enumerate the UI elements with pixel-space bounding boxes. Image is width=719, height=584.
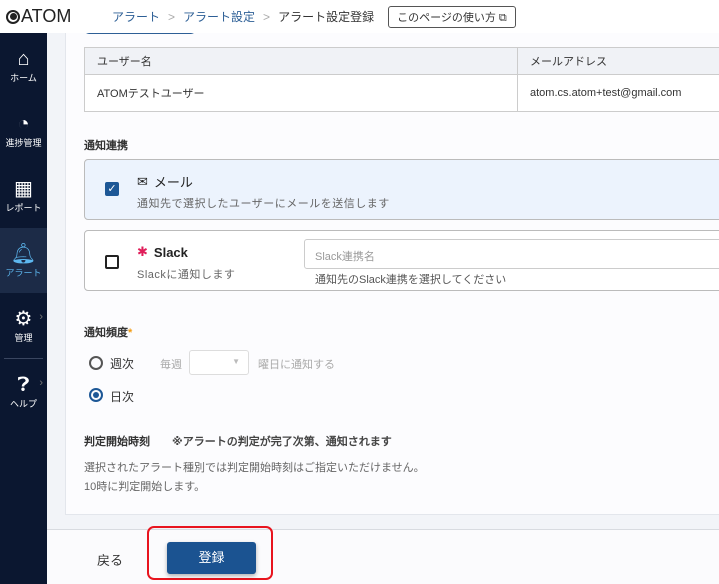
logo-text: ATOM bbox=[21, 6, 72, 26]
user-name-cell: ATOMテストユーザー bbox=[84, 74, 518, 112]
daily-label: 日次 bbox=[110, 390, 135, 404]
start-time-note: ※アラートの判定が完了次第、通知されます bbox=[172, 436, 392, 448]
column-header: ユーザー名 bbox=[84, 47, 518, 75]
home-icon: ⌂ bbox=[17, 48, 30, 70]
sidebar-item-home[interactable]: ⌂ ホーム bbox=[0, 33, 47, 98]
weekday-suffix: 曜日に通知する bbox=[258, 359, 335, 371]
table-row: ATOMテストユーザー atom.cs.atom+test@gmail.com bbox=[84, 74, 719, 112]
frequency-label: 通知頻度 bbox=[84, 327, 128, 339]
caret-down-icon: ▼ bbox=[232, 357, 240, 366]
sidebar-label: ヘルプ bbox=[9, 399, 37, 409]
slack-hint: 通知先のSlack連携を選択してください bbox=[315, 274, 507, 286]
chevron-right-icon: › bbox=[39, 311, 43, 323]
progress-icon: ◔ bbox=[17, 113, 30, 135]
column-header: メールアドレス bbox=[517, 47, 719, 75]
notify-section-title: 通知連携 bbox=[84, 140, 128, 152]
submit-button[interactable]: 登録 bbox=[167, 542, 256, 574]
sidebar-label: アラート bbox=[5, 268, 42, 278]
weekday-select[interactable]: ▼ bbox=[189, 350, 249, 375]
sidebar-item-alert[interactable]: 🔔︎ アラート bbox=[0, 228, 47, 293]
required-mark: * bbox=[128, 327, 133, 339]
sidebar-item-help[interactable]: ❓︎ ヘルプ › bbox=[0, 359, 47, 424]
sidebar-label: レポート bbox=[5, 203, 42, 213]
mail-description: 通知先で選択したユーザーにメールを送信します bbox=[137, 198, 390, 210]
sidebar-label: 進捗管理 bbox=[5, 138, 42, 148]
slack-option[interactable]: ✱ Slack Slackに通知します Slack連携名 通知先のSlack連携を… bbox=[84, 230, 719, 291]
mail-option[interactable]: ✓ ✉ メール 通知先で選択したユーザーにメールを送信します bbox=[84, 159, 719, 220]
external-link-icon: ⧉ bbox=[498, 11, 507, 24]
sidebar-item-report[interactable]: ▦ レポート bbox=[0, 163, 47, 228]
slack-icon: ✱ bbox=[137, 244, 148, 259]
sidebar-item-progress[interactable]: ◔ 進捗管理 bbox=[0, 98, 47, 163]
start-time-desc: 選択されたアラート種別では判定開始時刻はご指定いただけません。 bbox=[84, 462, 425, 474]
sidebar-label: ホーム bbox=[10, 73, 37, 83]
chevron-right-icon: › bbox=[39, 377, 43, 389]
footer-bar: 戻る 登録 bbox=[47, 526, 719, 584]
help-link-button[interactable]: このページの使い方 ⧉ bbox=[388, 5, 516, 28]
atom-logo[interactable]: ATOM bbox=[6, 6, 106, 27]
start-time-title: 判定開始時刻 bbox=[84, 436, 150, 448]
sidebar: ⌂ ホーム ◔ 進捗管理 ▦ レポート 🔔︎ アラート ⚙ 管理 › ❓︎ ヘルプ › bbox=[0, 33, 47, 584]
chevron-right-icon: > bbox=[263, 9, 271, 24]
breadcrumb-current: アラート設定登録 bbox=[278, 10, 375, 24]
slack-checkbox[interactable] bbox=[105, 255, 119, 269]
email-cell: atom.cs.atom+test@gmail.com bbox=[517, 74, 719, 112]
sidebar-label: 管理 bbox=[14, 333, 33, 343]
bell-icon: 🔔︎ bbox=[10, 243, 37, 265]
gear-icon: ⚙ bbox=[14, 308, 33, 330]
breadcrumb-alert-settings[interactable]: アラート設定 bbox=[183, 8, 255, 25]
mail-checkbox[interactable]: ✓ bbox=[105, 182, 119, 196]
weekly-label: 週次 bbox=[110, 357, 135, 371]
sidebar-item-admin[interactable]: ⚙ 管理 › bbox=[0, 293, 47, 358]
frequency-title: 通知頻度* bbox=[84, 324, 132, 340]
slack-label: Slack bbox=[153, 244, 188, 260]
header: ATOM アラート > アラート設定 > アラート設定登録 このページの使い方 ⧉ bbox=[0, 0, 719, 33]
back-button[interactable]: 戻る bbox=[97, 550, 123, 569]
every-week-label: 毎週 bbox=[160, 359, 182, 371]
slack-description: Slackに通知します bbox=[137, 269, 236, 281]
chevron-right-icon: > bbox=[168, 9, 176, 24]
mail-label: メール bbox=[153, 175, 193, 190]
help-icon: ❓︎ bbox=[17, 374, 30, 396]
help-link-label: このページの使い方 bbox=[397, 11, 496, 24]
mail-icon: ✉ bbox=[137, 173, 148, 189]
report-icon: ▦ bbox=[14, 178, 33, 200]
start-time-desc2: 10時に判定開始します。 bbox=[84, 481, 206, 493]
slack-connection-input[interactable]: Slack連携名 bbox=[304, 239, 719, 269]
breadcrumb-alert[interactable]: アラート bbox=[112, 8, 160, 25]
weekly-radio[interactable] bbox=[89, 356, 103, 370]
recipient-table: ユーザー名 メールアドレス ATOMテストユーザー atom.cs.atom+tes… bbox=[84, 47, 719, 112]
daily-radio[interactable] bbox=[89, 388, 103, 402]
